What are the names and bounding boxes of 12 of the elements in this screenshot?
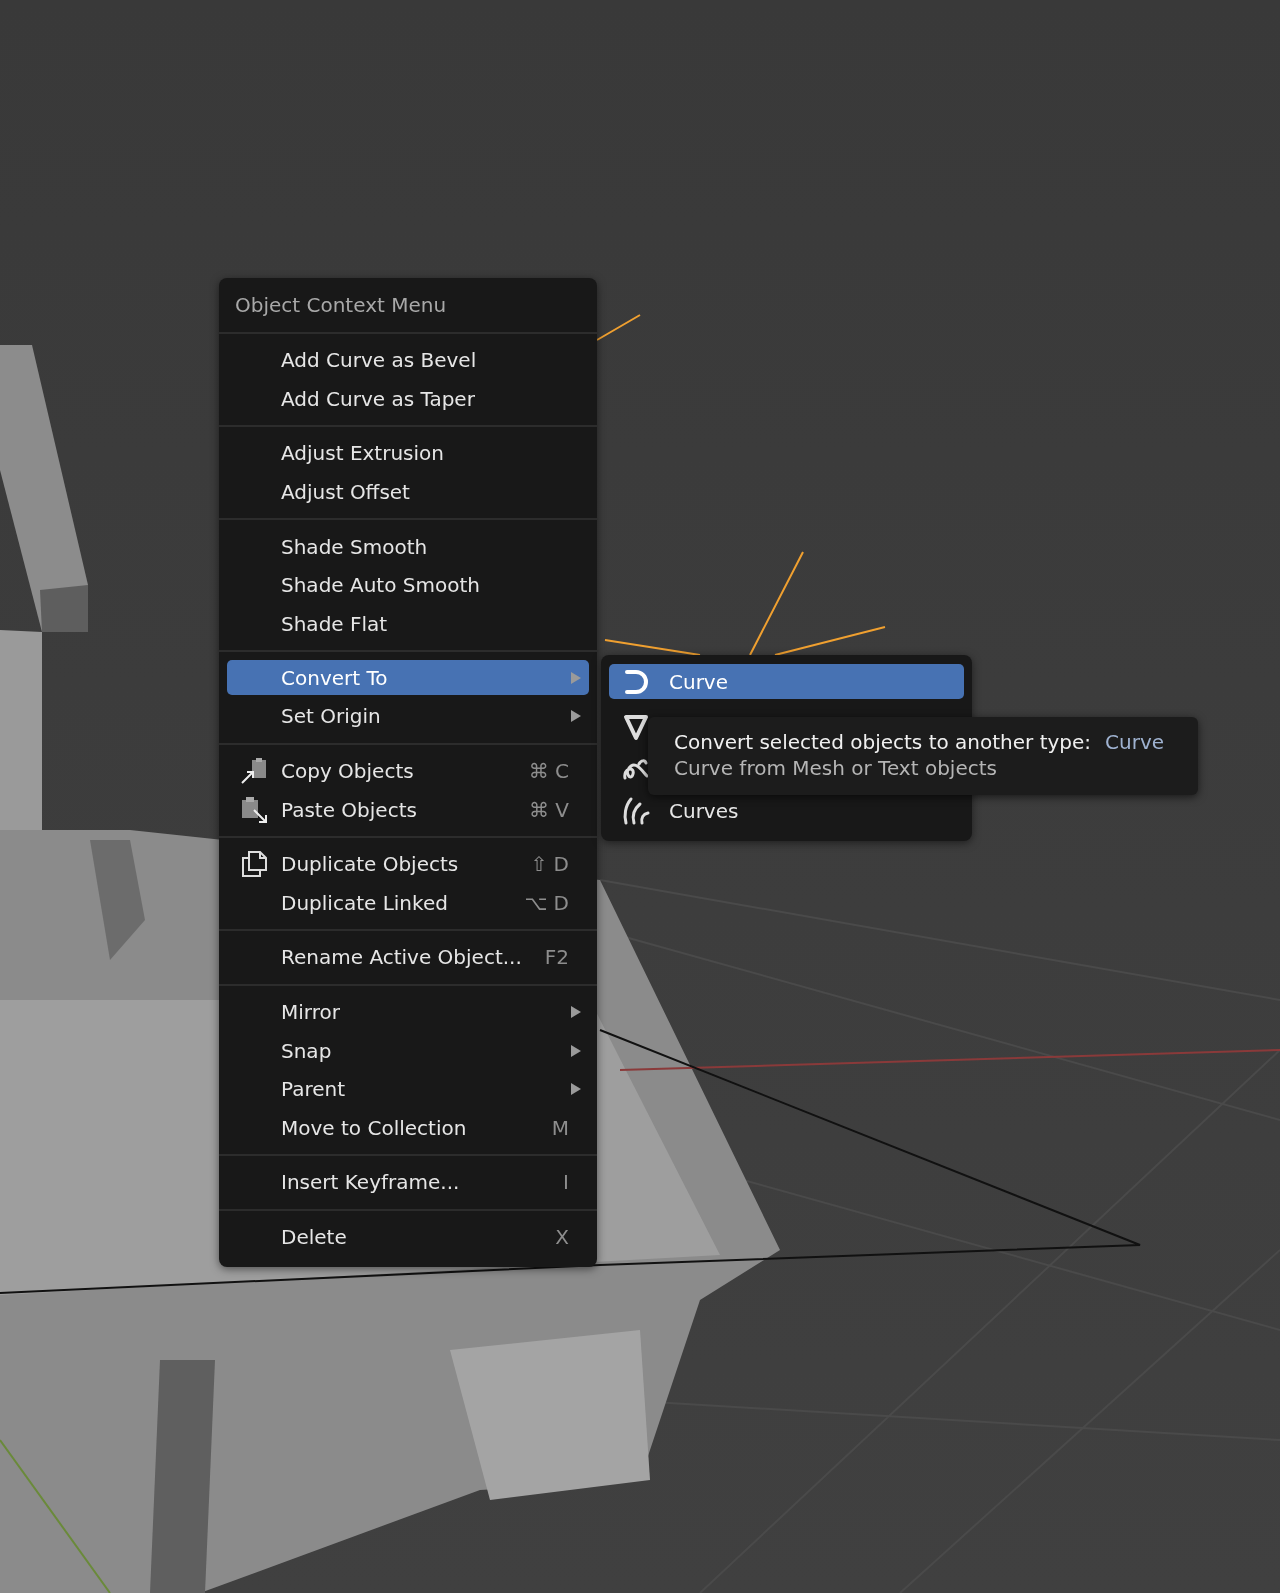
menu-title: Object Context Menu	[234, 292, 448, 319]
shortcut-label: X	[555, 1225, 570, 1249]
tooltip-value: Curve	[1105, 729, 1165, 755]
shortcut-label: ⌘ V	[528, 797, 570, 822]
shortcut-label: ⇧ D	[530, 852, 570, 877]
shortcut-label: F2	[544, 945, 570, 970]
shortcut-label: ⌘ C	[528, 759, 570, 784]
shortcut-label: M	[551, 1115, 570, 1140]
shortcut-label: I	[563, 1170, 570, 1195]
shortcut-label: ⌥ D	[524, 890, 570, 915]
tooltip-description: Convert selected objects to another type:	[674, 729, 1092, 755]
tooltip-detail: Curve from Mesh or Text objects	[674, 755, 998, 781]
